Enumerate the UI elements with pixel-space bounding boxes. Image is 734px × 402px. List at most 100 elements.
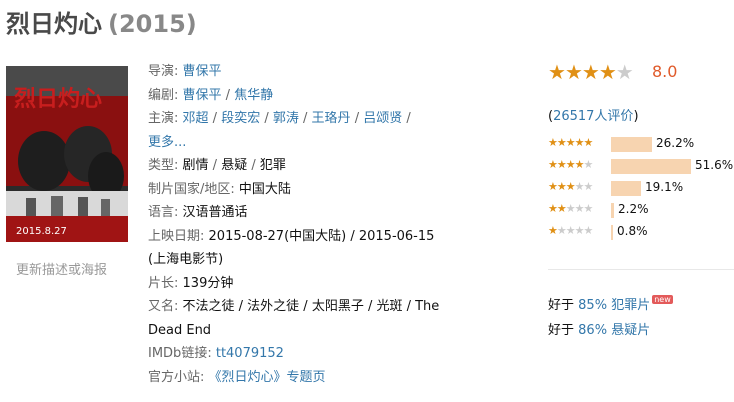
star-filled-icon: ★ (548, 180, 558, 193)
cast-label: 主演: (148, 111, 179, 126)
official-site-row: 官方小站: 《烈日灼心》专题页 (148, 366, 448, 390)
votes-link[interactable]: 26517人评价 (553, 109, 633, 124)
update-description-link[interactable]: 更新描述或海报 (16, 259, 107, 278)
imdb-label: IMDb链接: (148, 346, 212, 361)
genre-label: 类型: (148, 158, 179, 173)
star-filled-icon: ★ (574, 158, 585, 171)
rating-row-stars: ★★★★★ (548, 180, 594, 193)
director-row: 导演: 曹保平 (148, 60, 448, 84)
rating-bar (611, 225, 613, 240)
star-filled-icon: ★ (565, 180, 576, 193)
star-filled-icon: ★ (565, 136, 576, 149)
aka-row: 又名: 不法之徒 / 法外之徒 / 太阳黑子 / 光斑 / The Dead E… (148, 295, 448, 342)
genre-value: 剧情 (182, 158, 209, 173)
runtime-label: 片长: (148, 275, 179, 291)
poster-date-text: 2015.8.27 (16, 226, 67, 237)
rating-percent: 26.2% (656, 136, 695, 150)
movie-poster[interactable]: 烈日灼心 2015.8.27 (6, 66, 128, 242)
release-label: 上映日期: (148, 228, 205, 244)
cast-link[interactable]: 吕颂贤 (363, 111, 402, 126)
official-site-label: 官方小站: (148, 369, 205, 385)
rating-percent: 0.8% (617, 224, 648, 238)
star-filled-icon: ★ (548, 136, 558, 149)
writer-label: 编剧: (148, 87, 179, 103)
cast-row: 主演: 邓超 / 段奕宏 / 郭涛 / 王珞丹 / 吕颂贤 / (148, 111, 411, 126)
language-value: 汉语普通话 (182, 205, 248, 220)
star-empty-icon: ★ (574, 180, 585, 193)
rating-row-stars: ★★★★★ (548, 202, 594, 215)
divider (548, 269, 734, 270)
star-filled-icon: ★ (556, 180, 567, 193)
country-label: 制片国家/地区: (148, 181, 235, 197)
page-title: 烈日灼心 (2015) (6, 4, 197, 39)
star-empty-icon: ★ (583, 180, 594, 193)
star-filled-icon: ★ (556, 158, 567, 171)
rating-bar (611, 181, 641, 196)
writer-row: 编剧: 曹保平 / 焦华静 (148, 87, 274, 103)
rating-score: 8.0 (652, 62, 678, 81)
runtime-value: 139分钟 (182, 275, 234, 291)
star-empty-icon: ★ (565, 224, 576, 237)
star-filled-icon: ★ (565, 158, 576, 171)
star-empty-icon: ★ (574, 202, 585, 215)
better-than-item: 好于 86% 悬疑片 (548, 323, 651, 338)
rating-bar (611, 203, 614, 218)
cast-link[interactable]: 段奕宏 (221, 111, 260, 126)
star-filled-icon: ★ (556, 136, 567, 149)
cast-link[interactable]: 邓超 (183, 111, 209, 126)
poster-image: 烈日灼心 2015.8.27 (6, 66, 128, 242)
new-badge: new (652, 295, 673, 304)
rating-percent: 2.2% (618, 202, 649, 216)
star-filled-icon: ★ (548, 158, 558, 171)
rating-bar (611, 159, 691, 174)
country-value: 中国大陆 (238, 181, 291, 197)
star-empty-icon: ★ (574, 224, 585, 237)
star-filled-icon: ★ (548, 224, 558, 237)
imdb-row: IMDb链接: tt4079152 (148, 342, 448, 366)
imdb-link[interactable]: tt4079152 (216, 346, 284, 361)
aka-value: 不法之徒 / 法外之徒 / 太阳黑子 / 光斑 / The Dead End (148, 299, 440, 338)
star-empty-icon: ★ (615, 60, 634, 84)
star-filled-icon: ★ (581, 60, 600, 84)
rating-percent: 51.6% (695, 158, 734, 172)
star-filled-icon: ★ (564, 60, 583, 84)
aka-label: 又名: (148, 299, 179, 314)
better-than-link[interactable]: 86% 悬疑片 (578, 323, 650, 338)
writer-link[interactable]: 曹保平 (183, 88, 222, 103)
official-site-link[interactable]: 《烈日灼心》专题页 (209, 370, 326, 385)
writer-link[interactable]: 焦华静 (234, 88, 273, 103)
genre-value: 悬疑 (221, 158, 248, 173)
star-filled-icon: ★ (583, 136, 594, 149)
language-row: 语言: 汉语普通话 (148, 201, 448, 225)
country-row: 制片国家/地区: 中国大陆 (148, 178, 448, 202)
star-empty-icon: ★ (583, 158, 594, 171)
star-empty-icon: ★ (583, 202, 594, 215)
runtime-row: 片长: 139分钟 (148, 272, 448, 296)
rating-row-stars: ★★★★★ (548, 158, 594, 171)
director-label: 导演: (148, 64, 179, 79)
rating-votes: (26517人评价) (548, 109, 639, 124)
star-filled-icon: ★ (548, 202, 558, 215)
better-than-item: 好于 85% 犯罪片 new (548, 295, 673, 313)
genre-value: 犯罪 (259, 158, 286, 173)
movie-year: (2015) (108, 10, 197, 38)
release-row: 上映日期: 2015-08-27(中国大陆) / 2015-06-15(上海电影… (148, 225, 448, 272)
star-filled-icon: ★ (574, 136, 585, 149)
star-empty-icon: ★ (583, 224, 594, 237)
director-link[interactable]: 曹保平 (183, 64, 222, 79)
poster-title-text: 烈日灼心 (14, 86, 102, 112)
better-than-link[interactable]: 85% 犯罪片 (578, 298, 650, 313)
star-filled-icon: ★ (556, 202, 567, 215)
star-filled-icon: ★ (548, 60, 566, 84)
cast-link[interactable]: 郭涛 (273, 111, 299, 126)
movie-info: 导演: 曹保平 编剧: 曹保平 / 焦华静 主演: 邓超 / 段奕宏 / 郭涛 … (148, 60, 448, 389)
rating-bar (611, 137, 652, 152)
more-cast-link[interactable]: 更多... (148, 135, 186, 150)
cast-link[interactable]: 王珞丹 (312, 111, 351, 126)
star-filled-icon: ★ (598, 60, 617, 84)
movie-title: 烈日灼心 (6, 10, 102, 38)
star-empty-icon: ★ (556, 224, 567, 237)
rating-stars: ★★★★★ (548, 60, 634, 84)
rating-percent: 19.1% (645, 180, 684, 194)
genre-row: 类型: 剧情 / 悬疑 / 犯罪 (148, 158, 286, 173)
